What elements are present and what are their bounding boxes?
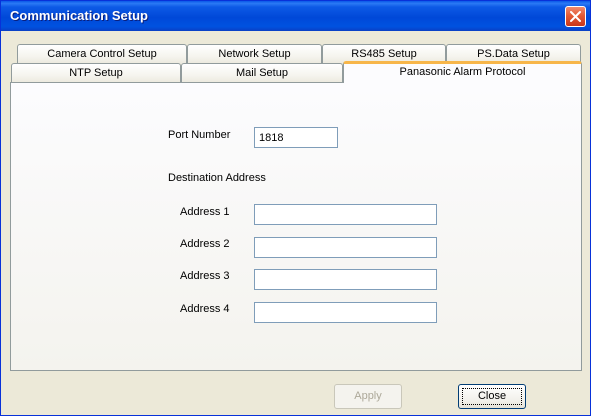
apply-button[interactable]: Apply bbox=[334, 384, 402, 409]
tab-panel: Port Number Destination Address Address … bbox=[10, 82, 582, 371]
address-1-label: Address 1 bbox=[180, 206, 230, 218]
address-4-label: Address 4 bbox=[180, 303, 230, 315]
tab-network-setup[interactable]: Network Setup bbox=[187, 44, 322, 64]
tab-panasonic-alarm-protocol[interactable]: Panasonic Alarm Protocol bbox=[343, 61, 582, 83]
destination-address-label: Destination Address bbox=[168, 172, 266, 184]
address-2-field[interactable] bbox=[254, 237, 437, 258]
address-3-label: Address 3 bbox=[180, 270, 230, 282]
port-number-label: Port Number bbox=[168, 129, 231, 141]
window-title: Communication Setup bbox=[10, 8, 148, 23]
tab-ntp-setup[interactable]: NTP Setup bbox=[11, 63, 181, 83]
port-number-field[interactable] bbox=[254, 127, 338, 148]
address-3-field[interactable] bbox=[254, 269, 437, 290]
title-bar[interactable]: Communication Setup bbox=[1, 1, 590, 31]
window-close-button[interactable] bbox=[565, 6, 586, 27]
tab-camera-control-setup[interactable]: Camera Control Setup bbox=[17, 44, 187, 64]
address-1-field[interactable] bbox=[254, 204, 437, 225]
address-2-label: Address 2 bbox=[180, 238, 230, 250]
communication-setup-dialog: Communication Setup Camera Control Setup… bbox=[0, 0, 591, 416]
close-button[interactable]: Close bbox=[458, 384, 526, 409]
address-4-field[interactable] bbox=[254, 302, 437, 323]
tab-mail-setup[interactable]: Mail Setup bbox=[181, 63, 343, 83]
